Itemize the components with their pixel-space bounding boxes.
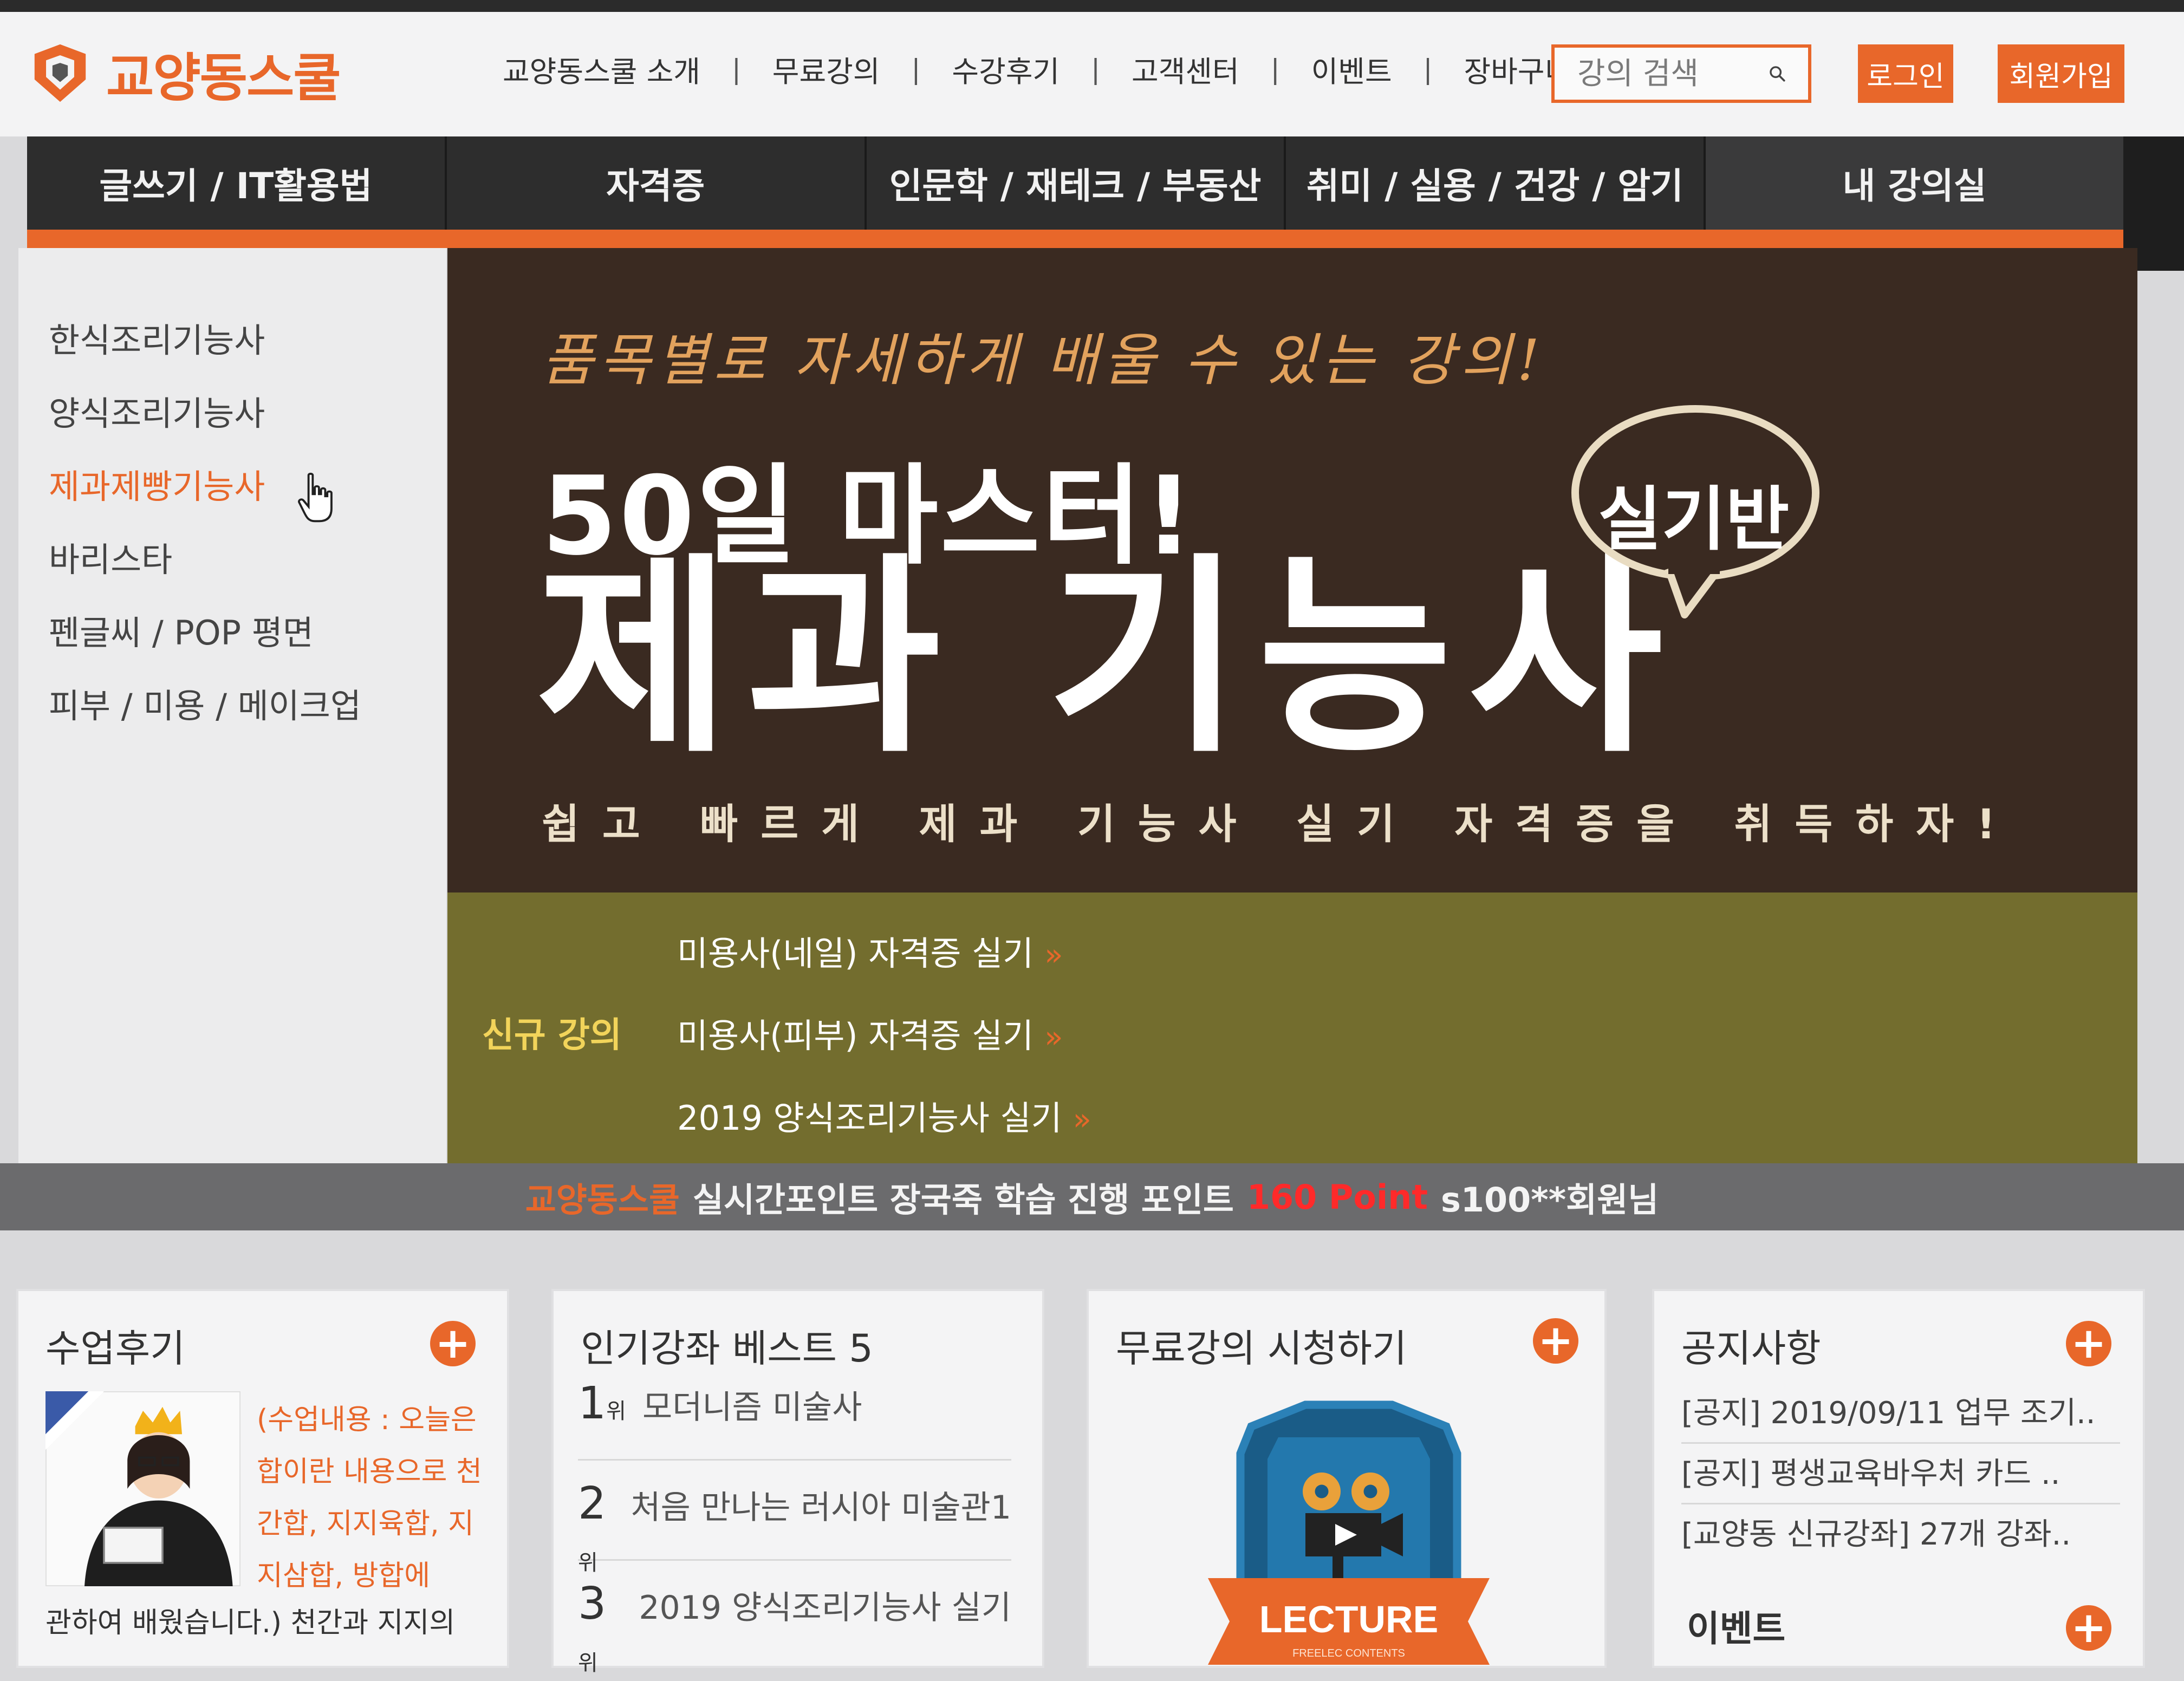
search-icon[interactable] [1768,59,1786,88]
new-lecture-link[interactable]: 미용사(네일) 자격증 실기 » [677,926,1063,975]
events-title: 이벤트 [1687,1608,1786,1650]
top-strip [0,0,2184,12]
sidebar-item-barista[interactable]: 바리스타 [49,532,172,581]
plus-icon[interactable]: + [2066,1321,2111,1366]
new-lecture-title: 미용사(피부) 자격증 실기 [677,1016,1034,1055]
plus-icon[interactable]: + [2066,1605,2111,1651]
notice-item[interactable]: [교양동 신규강좌] 27개 강좌.. [1681,1510,2120,1563]
hand-cursor-icon [298,472,333,523]
ticker-points: 160 Point [1246,1177,1428,1217]
sidebar-item-korean-cook[interactable]: 한식조리기능사 [49,313,265,362]
svg-text:FREELEC CONTENTS: FREELEC CONTENTS [1292,1647,1405,1659]
plus-icon[interactable]: + [1533,1318,1578,1364]
notices-title: 공지사항 [1681,1326,1821,1371]
banner-title: 제과 기능사 [536,535,1679,781]
ticker-member: s100**회원님 [1440,1180,1659,1220]
sidebar-item-western-cook[interactable]: 양식조리기능사 [49,386,265,435]
nav-accent-bar [27,230,2123,248]
reviews-panel: 수업후기 + (수업내용 : 오늘은 합이란 내용으로 천간합, 지지육합, 지… [16,1289,509,1668]
tab-humanities[interactable]: 인문학 / 재테크 / 부동산 [867,136,1286,230]
new-lecture-link[interactable]: 미용사(피부) 자격증 실기 » [677,1008,1063,1057]
ranking-item[interactable]: 3위 2019 양식조리기능사 실기 [578,1578,1011,1676]
sidebar: 한식조리기능사 양식조리기능사 제과제빵기능사 바리스타 펜글씨 / POP 평… [18,248,446,1169]
chevron-right-icon: » [1044,1020,1063,1055]
topnav-customer-center[interactable]: 고객센터 [1100,48,1271,90]
rank-number: 1위 [578,1378,626,1429]
topnav-separator: | [1270,53,1280,85]
rank-title: 모더니즘 미술사 [642,1389,862,1426]
topnav-separator: | [1091,53,1100,85]
rank-number: 3위 [578,1578,607,1676]
login-button[interactable]: 로그인 [1858,44,1953,103]
svg-text:LECTURE: LECTURE [1259,1598,1439,1640]
topnav-separator: | [731,53,741,85]
ticker-text: 실시간포인트 장국죽 학습 진행 포인트 [692,1180,1234,1220]
reviews-title: 수업후기 [46,1326,185,1371]
rank-title: 2019 양식조리기능사 실기 [639,1589,1011,1627]
main-nav: 글쓰기 / IT활용법 자격증 인문학 / 재테크 / 부동산 취미 / 실용 … [27,136,2123,230]
plus-icon[interactable]: + [430,1321,476,1366]
review-snippet[interactable]: (수업내용 : 오늘은 합이란 내용으로 천간합, 지지육합, 지지삼합, 방합… [257,1394,484,1602]
points-ticker: 교양동스쿨 실시간포인트 장국죽 학습 진행 포인트 160 Point s10… [0,1163,2184,1230]
sidebar-item-beauty[interactable]: 피부 / 미용 / 메이크업 [49,679,361,727]
banner-script-line: 품목별로 자세하게 배울 수 있는 강의! [542,327,1545,393]
new-lectures-label: 신규 강의 [482,1015,622,1055]
topnav-reviews[interactable]: 수강후기 [920,48,1091,90]
logo-text: 교양동스쿨 [106,47,341,108]
ticker-brand: 교양동스쿨 [525,1180,680,1220]
tab-certificates[interactable]: 자격증 [447,136,867,230]
sidebar-item-penmanship[interactable]: 펜글씨 / POP 평면 [49,605,314,654]
instructor-avatar[interactable] [46,1391,240,1586]
tab-hobby[interactable]: 취미 / 실용 / 건강 / 암기 [1286,136,1706,230]
notice-item[interactable]: [공지] 2019/09/11 업무 조기.. [1681,1389,2120,1444]
topnav-separator: | [911,53,921,85]
top-nav: 교양동스쿨 소개 | 무료강의 | 수강후기 | 고객센터 | 이벤트 | 장바… [471,48,1603,90]
tab-my-classroom[interactable]: 내 강의실 [1706,136,2123,230]
topnav-events[interactable]: 이벤트 [1280,48,1424,90]
best-lectures-panel: 인기강좌 베스트 5 1위 모더니즘 미술사 2위 처음 만나는 러시아 미술관… [551,1289,1044,1676]
sidebar-item-baking[interactable]: 제과제빵기능사 [49,459,265,508]
chevron-right-icon: » [1072,1102,1091,1137]
rank-title: 처음 만나는 러시아 미술관1 [630,1489,1011,1527]
banner-tagline: 쉽고 빠르게 제과 기능사 실기 자격증을 취득하자! [542,800,2018,848]
signup-button[interactable]: 회원가입 [1998,44,2124,103]
search-box [1551,44,1811,103]
rank-number: 2위 [578,1478,607,1575]
lecture-badge[interactable]: LECTURE FREELEC CONTENTS [1197,1399,1500,1670]
new-lecture-title: 미용사(네일) 자격증 실기 [677,934,1034,973]
free-lectures-panel: 무료강의 시청하기 + LECTURE FREELEC CONTENTS [1087,1289,1607,1668]
ranking-item[interactable]: 1위 모더니즘 미술사 [578,1378,1011,1461]
notice-item[interactable]: [공지] 평생교육바우처 카드 .. [1681,1449,2120,1504]
search-input[interactable] [1576,55,1752,92]
free-lectures-title: 무료강의 시청하기 [1116,1326,1407,1371]
notices-panel: 공지사항 + [공지] 2019/09/11 업무 조기.. [공지] 평생교육… [1652,1289,2145,1668]
tab-writing-it[interactable]: 글쓰기 / IT활용법 [27,136,447,230]
best-lectures-title: 인기강좌 베스트 5 [581,1326,873,1371]
new-lecture-link[interactable]: 2019 양식조리기능사 실기 » [677,1091,1091,1139]
topnav-free-lectures[interactable]: 무료강의 [741,48,912,90]
banner-bubble-text: 실기반 [1598,479,1790,560]
topnav-about[interactable]: 교양동스쿨 소개 [471,48,732,90]
review-snippet-tail[interactable]: 관하여 배웠습니다.) 천간과 지지의 [46,1600,455,1640]
logo-shield-icon [34,44,86,102]
new-lecture-title: 2019 양식조리기능사 실기 [677,1098,1062,1138]
site-logo[interactable]: 교양동스쿨 [28,32,341,114]
topnav-separator: | [1423,53,1433,85]
chevron-right-icon: » [1044,937,1063,973]
ranking-item[interactable]: 2위 처음 만나는 러시아 미술관1 [578,1478,1011,1575]
